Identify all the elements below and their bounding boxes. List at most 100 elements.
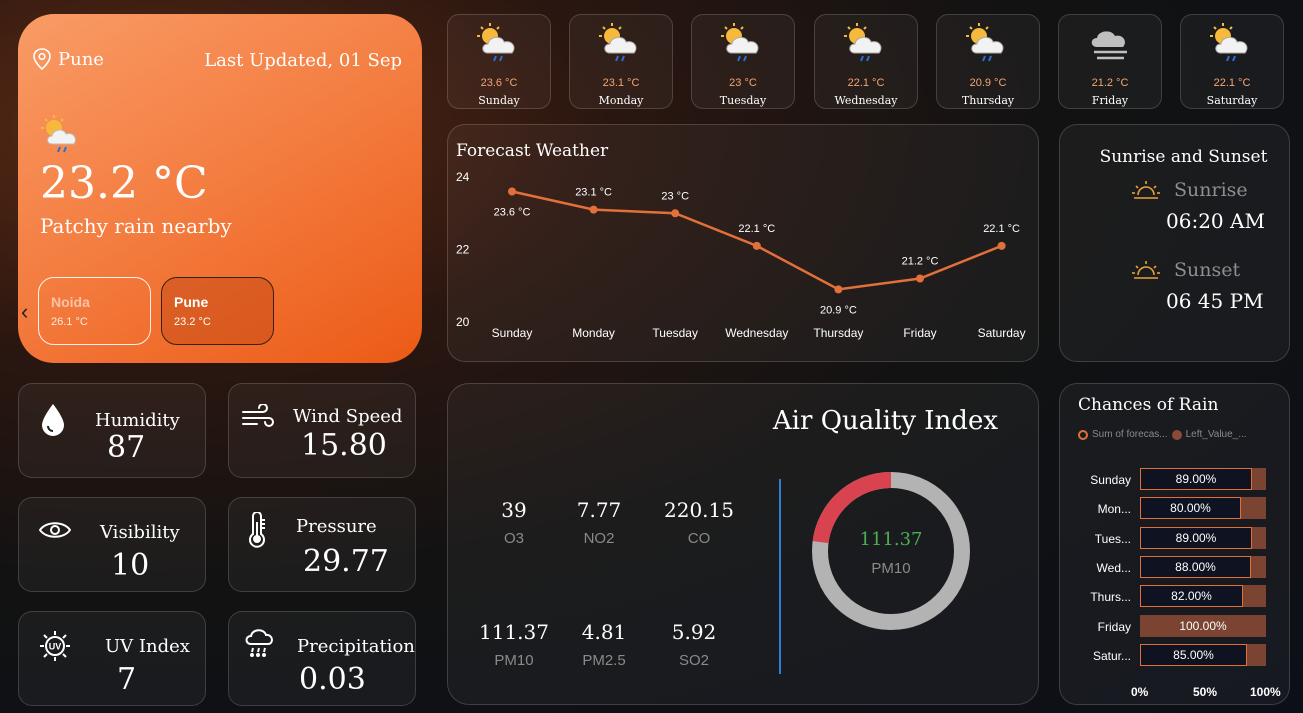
- svg-text:UV: UV: [49, 642, 62, 652]
- day-temp: 23.1 °C: [602, 77, 640, 89]
- current-condition: Patchy rain nearby: [40, 214, 232, 238]
- rain-day-label: Satur...: [1092, 649, 1131, 663]
- day-tile-sunday[interactable]: 23.6 °C Sunday: [447, 14, 551, 109]
- chevron-left-icon[interactable]: ‹: [21, 299, 28, 325]
- day-temp: 20.9 °C: [969, 77, 1007, 89]
- humidity-value: 87: [107, 430, 146, 465]
- city-name: Noida: [51, 294, 90, 310]
- precipitation-value: 0.03: [299, 662, 366, 697]
- precipitation-label: Precipitation: [297, 636, 415, 657]
- legend-item: Sum of forecas...: [1092, 429, 1168, 440]
- forecast-data-label: 22.1 °C: [983, 223, 1020, 235]
- rain-day-label: Mon...: [1097, 502, 1131, 516]
- axis-tick: 0%: [1131, 685, 1149, 699]
- sunrise-row: Sunrise: [1132, 179, 1248, 201]
- visibility-card: Visibility 10: [18, 497, 206, 592]
- pollutant-value: 220.15: [664, 498, 734, 522]
- y-tick-label: 24: [456, 170, 470, 184]
- day-temp: 21.2 °C: [1091, 77, 1129, 89]
- forecast-title: Forecast Weather: [456, 141, 609, 161]
- pollutant-no2: 7.77 NO2: [554, 498, 644, 547]
- sunrise-label: Sunrise: [1174, 179, 1248, 201]
- visibility-value: 10: [111, 548, 150, 583]
- rain-bar[interactable]: 89.00%: [1140, 527, 1252, 549]
- day-tile-monday[interactable]: 23.1 °C Monday: [569, 14, 673, 109]
- forecast-point[interactable]: [671, 209, 680, 218]
- thermometer-icon: [247, 511, 267, 552]
- pm10-gauge: 111.37 PM10: [812, 472, 970, 630]
- y-tick-label: 22: [456, 243, 470, 257]
- location-pin-icon: [33, 48, 51, 70]
- rain-day-label: Thurs...: [1090, 590, 1131, 604]
- current-temperature: 23.2 °C: [40, 158, 208, 209]
- x-tick-label: Sunday: [492, 326, 533, 340]
- day-tile-tuesday[interactable]: 23 °C Tuesday: [691, 14, 795, 109]
- y-tick-label: 20: [456, 315, 470, 329]
- pollutant-value: 7.77: [576, 498, 622, 522]
- day-temp: 22.1 °C: [1213, 77, 1251, 89]
- legend-item: Left_Value_...: [1185, 429, 1247, 440]
- forecast-point[interactable]: [589, 205, 598, 214]
- pollutant-pm10: 111.37 PM10: [469, 620, 559, 669]
- rain-bar[interactable]: 85.00%: [1140, 644, 1247, 666]
- pollutant-pm25: 4.81 PM2.5: [559, 620, 649, 669]
- partly-cloudy-rain-icon: [474, 21, 526, 69]
- pollutant-co: 220.15 CO: [654, 498, 744, 547]
- axis-tick: 100%: [1250, 685, 1281, 699]
- city-temp: 26.1 °C: [51, 316, 88, 328]
- day-name: Friday: [1091, 94, 1129, 107]
- rain-bar-row: Sunday 89.00%: [1060, 468, 1291, 490]
- pressure-label: Pressure: [296, 516, 377, 537]
- forecast-data-label: 20.9 °C: [820, 304, 857, 316]
- day-tile-saturday[interactable]: 22.1 °C Saturday: [1180, 14, 1284, 109]
- sunset-label: Sunset: [1174, 259, 1241, 281]
- rain-bar-row: Friday 100.00%: [1060, 615, 1291, 637]
- day-name: Thursday: [961, 94, 1015, 107]
- pollutant-name: CO: [687, 530, 711, 547]
- forecast-point[interactable]: [997, 241, 1006, 250]
- rain-bar[interactable]: 82.00%: [1140, 585, 1243, 607]
- wind-icon: [241, 403, 275, 436]
- forecast-point[interactable]: [752, 241, 761, 250]
- rain-bar[interactable]: 80.00%: [1140, 497, 1241, 519]
- rain-bar[interactable]: 88.00%: [1140, 556, 1251, 578]
- day-name: Monday: [598, 94, 644, 107]
- legend-marker: [1171, 429, 1182, 440]
- rain-day-label: Friday: [1097, 620, 1131, 634]
- sunset-row: Sunset: [1132, 259, 1240, 281]
- rain-day-label: Wed...: [1096, 561, 1131, 575]
- gauge-label: PM10: [871, 560, 910, 577]
- rain-bar[interactable]: 100.00%: [1140, 615, 1266, 637]
- partly-cloudy-rain-icon: [963, 21, 1015, 69]
- partly-cloudy-rain-icon: [40, 114, 86, 160]
- uv-index-value: 7: [117, 662, 137, 697]
- city-button-noida[interactable]: Noida 26.1 °C: [38, 277, 151, 345]
- day-tile-wednesday[interactable]: 22.1 °C Wednesday: [814, 14, 918, 109]
- x-tick-label: Thursday: [813, 326, 863, 340]
- partly-cloudy-rain-icon: [841, 21, 893, 69]
- rain-day-label: Tues...: [1094, 532, 1131, 546]
- day-name: Tuesday: [719, 94, 767, 107]
- uv-index-label: UV Index: [105, 636, 190, 657]
- forecast-point[interactable]: [834, 285, 843, 294]
- forecast-point[interactable]: [508, 187, 516, 196]
- rain-bar[interactable]: 89.00%: [1140, 468, 1252, 490]
- city-temp: 23.2 °C: [174, 316, 211, 328]
- location-name: Pune: [58, 48, 104, 70]
- pollutant-name: PM10: [494, 652, 534, 669]
- partly-cloudy-rain-icon: [718, 21, 770, 69]
- pollutant-name: PM2.5: [582, 652, 626, 669]
- fog-icon: [1085, 21, 1137, 69]
- chances-of-rain-card: Chances of Rain Sum of forecas... Left_V…: [1059, 383, 1290, 705]
- city-button-pune[interactable]: Pune 23.2 °C: [161, 277, 274, 345]
- pollutant-so2: 5.92 SO2: [649, 620, 739, 669]
- humidity-card: Humidity 87: [18, 383, 206, 478]
- day-tile-thursday[interactable]: 20.9 °C Thursday: [936, 14, 1040, 109]
- sunset-icon: [1132, 261, 1160, 279]
- water-drop-icon: [39, 402, 67, 442]
- day-tile-friday[interactable]: 21.2 °C Friday: [1058, 14, 1162, 109]
- air-quality-card: Air Quality Index 39 O3 7.77 NO2 220.15 CO …: [447, 383, 1039, 705]
- pollutant-name: SO2: [678, 652, 709, 669]
- uv-index-card: UV UV Index 7: [18, 611, 206, 706]
- forecast-point[interactable]: [916, 274, 924, 283]
